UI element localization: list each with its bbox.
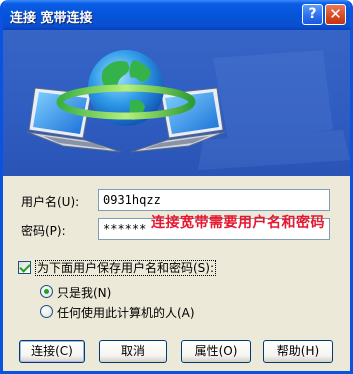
red-annotation-text: 连接宽带需要用户名和密码 (151, 215, 325, 231)
radio-only-me[interactable] (40, 285, 53, 298)
title-bar[interactable]: 连接 宽带连接 ? ✕ (3, 0, 350, 30)
password-label: 密码(P): (21, 224, 66, 238)
radio-only-me-label[interactable]: 只是我(N) (57, 284, 111, 301)
connect-dialog: 连接 宽带连接 ? ✕ 用户名(U): 0931hqzz 密码(P): ****… (0, 0, 353, 374)
globe-icon (56, 50, 196, 126)
close-button[interactable]: ✕ (325, 4, 346, 25)
username-input[interactable]: 0931hqzz (98, 189, 330, 211)
save-credentials-checkbox[interactable] (18, 261, 31, 274)
save-credentials-label[interactable]: 为下面用户保存用户名和密码(S): (35, 260, 217, 276)
radio-anyone[interactable] (40, 305, 53, 318)
cancel-button[interactable]: 取消 (99, 340, 167, 363)
username-label: 用户名(U): (21, 195, 80, 209)
help-button[interactable]: 帮助(H) (263, 340, 333, 363)
radio-anyone-label[interactable]: 任何使用此计算机的人(A) (57, 304, 195, 321)
faded-laptop-icon (198, 50, 350, 170)
window-title: 连接 宽带连接 (10, 11, 93, 26)
network-banner (3, 30, 350, 176)
network-illustration (26, 50, 350, 170)
help-title-button[interactable]: ? (302, 4, 323, 25)
properties-button[interactable]: 属性(O) (181, 340, 251, 363)
connect-button[interactable]: 连接(C) (19, 340, 85, 363)
